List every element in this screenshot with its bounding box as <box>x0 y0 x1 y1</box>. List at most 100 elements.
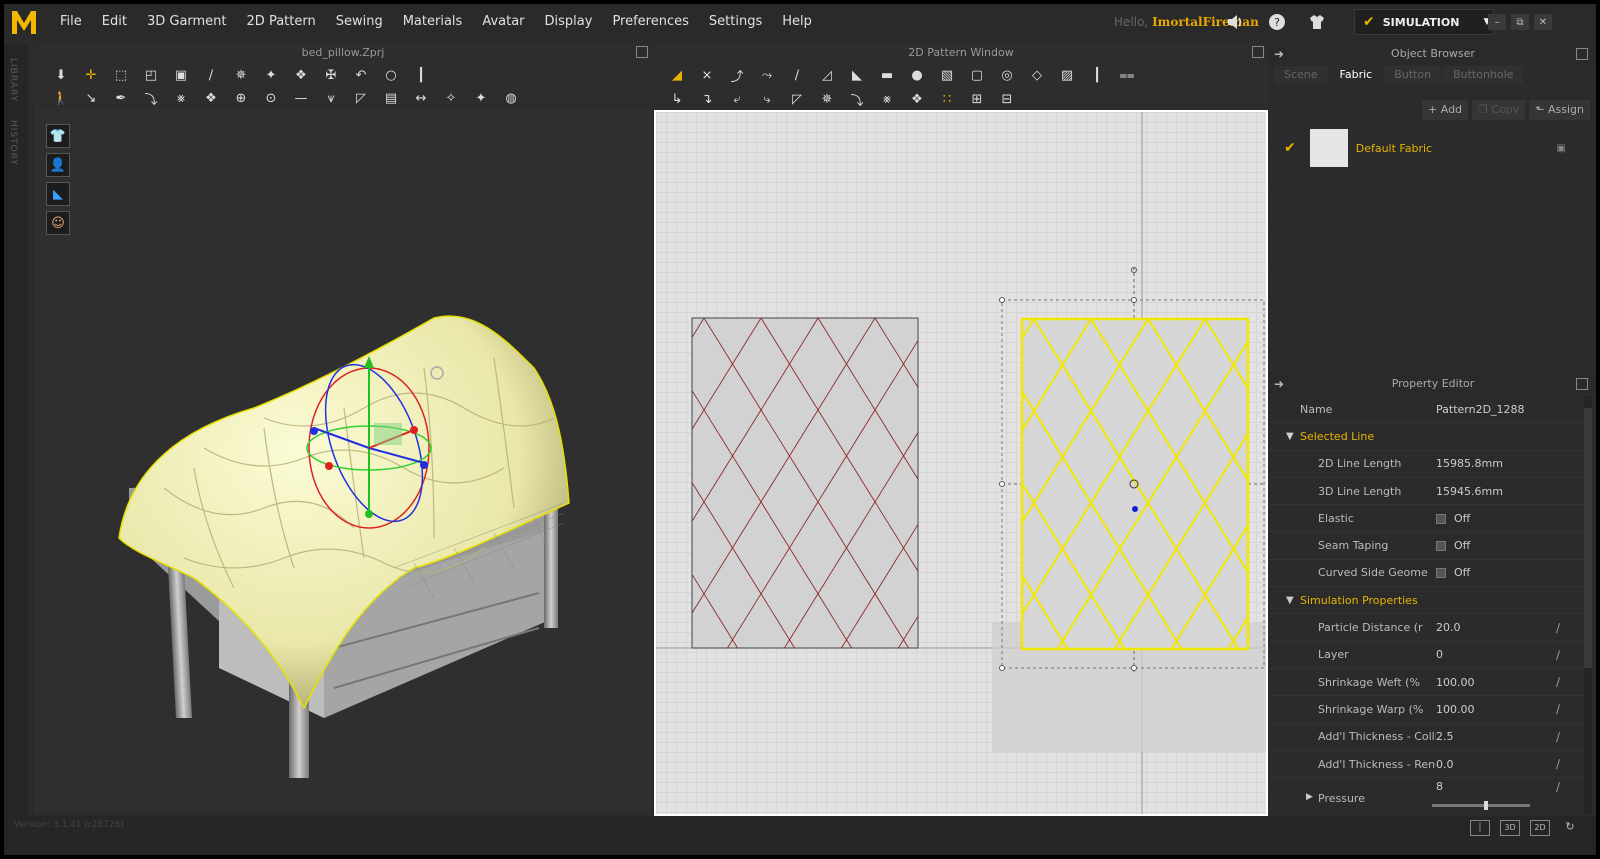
select-mesh-icon[interactable]: ⬚ <box>110 66 132 86</box>
show-garment-icon[interactable]: 👕 <box>46 124 70 148</box>
3d-viewport[interactable] <box>34 108 652 814</box>
edit-pattern-icon[interactable]: ◢ <box>666 66 688 86</box>
tab-library[interactable]: LIBRARY <box>8 58 18 102</box>
popout-icon[interactable] <box>1576 378 1588 390</box>
quilt-icon[interactable]: ❖ <box>200 89 222 109</box>
internal-polygon-icon[interactable]: ▧ <box>936 66 958 86</box>
arrange-icon[interactable]: ❖ <box>290 66 312 86</box>
pin-icon[interactable]: ∕ <box>200 66 222 86</box>
refresh-icon[interactable]: ↻ <box>1560 820 1580 836</box>
segment-icon[interactable]: ⨳ <box>170 89 192 109</box>
assign-fabric-button[interactable]: ⬑ Assign <box>1529 100 1590 120</box>
pin-icon[interactable]: ∕ <box>1556 675 1560 689</box>
menu-3d-garment[interactable]: 3D Garment <box>137 4 237 40</box>
gathering-icon[interactable]: ⩵ <box>1116 66 1138 86</box>
popout-icon[interactable] <box>636 46 648 58</box>
set-seam-allowance-icon[interactable]: ◿ <box>816 66 838 86</box>
simulation-section[interactable]: ▼ Simulation Properties <box>1270 587 1596 615</box>
pin-icon[interactable]: ∕ <box>1556 780 1560 794</box>
tab-fabric[interactable]: Fabric <box>1329 66 1383 84</box>
tack-icon[interactable]: ✠ <box>320 66 342 86</box>
transform-icon[interactable]: ◰ <box>140 66 162 86</box>
property-value[interactable]: 100.00 <box>1436 703 1475 716</box>
popout-icon[interactable] <box>1576 48 1588 60</box>
3d-scene[interactable] <box>34 108 652 814</box>
arrow-right-icon[interactable]: ➜ <box>1274 377 1284 391</box>
checkbox[interactable] <box>1436 513 1446 524</box>
tab-buttonhole[interactable]: Buttonhole <box>1443 66 1524 84</box>
free-sewing-icon[interactable]: ↴ <box>696 90 718 110</box>
help-icon[interactable]: ? <box>1266 12 1288 32</box>
pressure-slider[interactable] <box>1432 801 1530 811</box>
property-value[interactable]: 0 <box>1436 648 1443 661</box>
edit-curvature-icon[interactable]: ⤳ <box>756 66 778 86</box>
close-button[interactable]: ✕ <box>1534 14 1552 30</box>
select-move-icon[interactable]: ✛ <box>80 66 102 86</box>
measure-icon[interactable]: ┃ <box>410 66 432 86</box>
menu-preferences[interactable]: Preferences <box>602 4 698 40</box>
checkbox[interactable] <box>1436 568 1446 579</box>
pin-icon[interactable]: ∕ <box>1556 730 1560 744</box>
fabric-piece-icon[interactable]: ▤ <box>380 89 402 109</box>
puckering-icon[interactable]: ∷ <box>936 90 958 110</box>
pin-icon[interactable]: ∕ <box>1556 621 1560 635</box>
property-value[interactable]: 0.0 <box>1436 758 1454 771</box>
fabric-menu-icon[interactable]: ▣ <box>1557 143 1566 154</box>
fold-2d-icon[interactable]: ✵ <box>816 90 838 110</box>
menu-edit[interactable]: Edit <box>92 4 137 40</box>
quilting-icon[interactable]: ❖ <box>906 90 928 110</box>
edit-point-icon[interactable]: ⨯ <box>696 66 718 86</box>
texture-edit-icon[interactable]: ⊟ <box>996 90 1018 110</box>
move-tool-icon[interactable]: ⬇ <box>50 66 72 86</box>
fold-icon[interactable]: ✵ <box>230 66 252 86</box>
polygon-icon[interactable]: ◣ <box>846 66 868 86</box>
box-select-icon[interactable]: ▣ <box>170 66 192 86</box>
topstitch-icon[interactable]: ⤵ <box>846 90 868 110</box>
2d-view-icon[interactable]: 2D <box>1530 820 1550 836</box>
property-value[interactable]: 2.5 <box>1436 730 1454 743</box>
internal-circle-icon[interactable]: ◎ <box>996 66 1018 86</box>
pin-icon[interactable]: ∕ <box>1556 702 1560 716</box>
property-value[interactable]: Off <box>1436 566 1470 579</box>
add-fabric-button[interactable]: + Add <box>1422 100 1469 120</box>
3d-view-icon[interactable]: 3D <box>1500 820 1520 836</box>
grain-icon[interactable]: ⊞ <box>966 90 988 110</box>
trace-icon[interactable]: ▨ <box>1056 66 1078 86</box>
edit-curve-point-icon[interactable]: ⤴ <box>726 66 748 86</box>
fabric-list-item[interactable]: ✔ Default Fabric ▣ <box>1284 128 1574 168</box>
speaker-icon[interactable] <box>1224 12 1246 32</box>
menu-avatar[interactable]: Avatar <box>472 4 534 40</box>
segment-topstitch-icon[interactable]: ⨳ <box>876 90 898 110</box>
dart-icon[interactable]: ◇ <box>1026 66 1048 86</box>
check-sewing-icon[interactable]: ⤷ <box>756 90 778 110</box>
app-logo-icon[interactable] <box>4 4 44 40</box>
tape-icon[interactable]: ◸ <box>350 89 372 109</box>
tab-history[interactable]: HISTORY <box>8 120 18 166</box>
menu-display[interactable]: Display <box>535 4 603 40</box>
split-icon[interactable]: ↔ <box>410 89 432 109</box>
line-tool-icon[interactable]: — <box>290 89 312 109</box>
property-value[interactable]: 15985.8mm <box>1436 457 1503 470</box>
pleat-icon[interactable]: ┃ <box>1086 66 1108 86</box>
property-value[interactable]: Off <box>1436 512 1470 525</box>
circle-button-icon[interactable]: ⊙ <box>260 89 282 109</box>
popout-icon[interactable] <box>1252 46 1264 58</box>
pin-icon[interactable]: ∕ <box>1556 648 1560 662</box>
prop-name-value[interactable]: Pattern2D_1288 <box>1436 403 1525 416</box>
tack-2d-icon[interactable]: ◸ <box>786 90 808 110</box>
property-value[interactable]: 15945.6mm <box>1436 485 1503 498</box>
scrollbar-thumb[interactable] <box>1584 408 1592 668</box>
menu-help[interactable]: Help <box>772 4 822 40</box>
menu-2d-pattern[interactable]: 2D Pattern <box>237 4 326 40</box>
simulation-mode-dropdown[interactable]: ✔ SIMULATION ▼ <box>1354 9 1494 35</box>
checkbox[interactable] <box>1436 541 1446 552</box>
show-texture-icon[interactable]: ◣ <box>46 182 70 206</box>
pin-tool-icon[interactable]: ↘ <box>80 89 102 109</box>
ring-icon[interactable]: ○ <box>380 66 402 86</box>
menu-sewing[interactable]: Sewing <box>326 4 393 40</box>
shirt-back-icon[interactable]: ✦ <box>470 89 492 109</box>
pin-icon[interactable]: ∕ <box>1556 757 1560 771</box>
2d-pattern-canvas[interactable] <box>654 110 1268 816</box>
pressure-value[interactable]: 8 <box>1436 780 1443 793</box>
selected-line-section[interactable]: ▼ Selected Line <box>1270 423 1596 451</box>
